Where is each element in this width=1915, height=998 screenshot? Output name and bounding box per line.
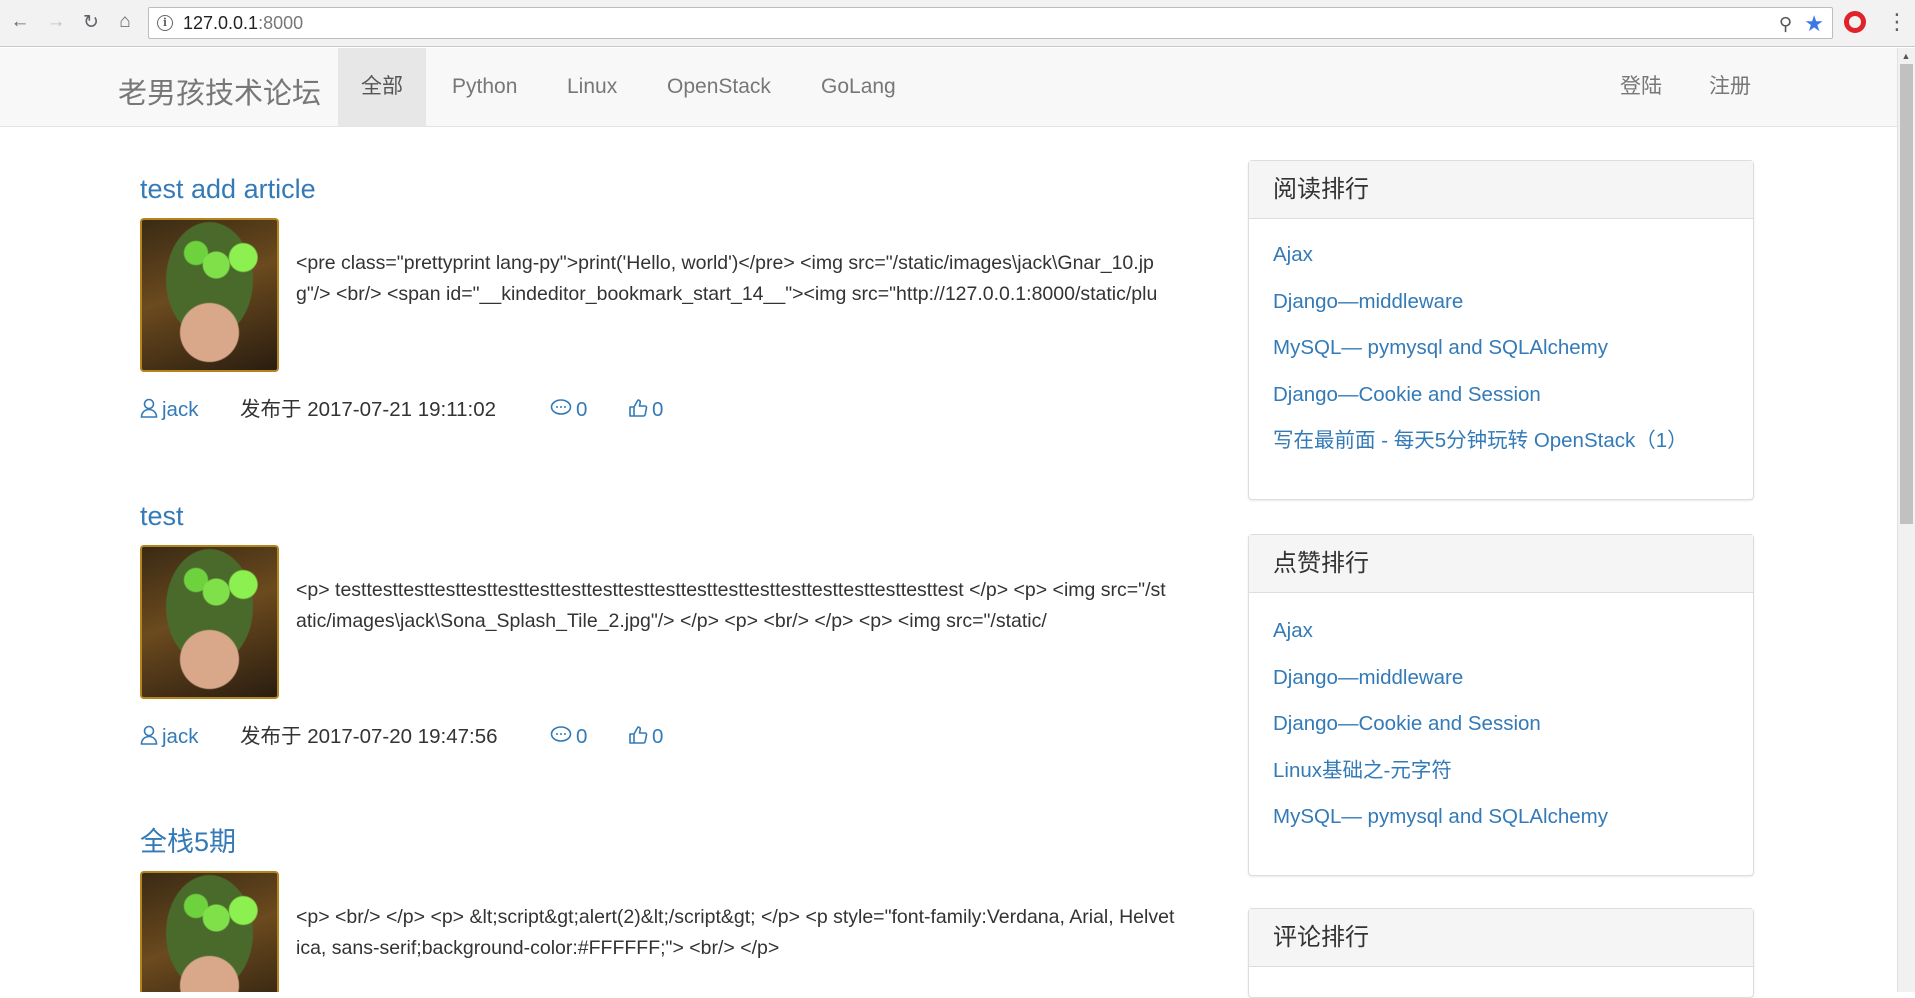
like-count[interactable]: 0 [628, 395, 663, 425]
read-rank-panel: 阅读排行 Ajax Django—middleware MySQL— pymys… [1248, 160, 1754, 500]
comment-count[interactable]: 0 [550, 395, 587, 425]
info-icon[interactable]: i [157, 15, 173, 31]
site-navbar: 老男孩技术论坛 全部 Python Linux OpenStack GoLang… [0, 48, 1897, 127]
read-rank-item[interactable]: Django—middleware [1273, 288, 1729, 335]
nav-item-golang[interactable]: GoLang [798, 48, 919, 126]
author-avatar[interactable] [140, 871, 279, 992]
opera-extension-icon[interactable] [1844, 11, 1866, 33]
read-rank-item[interactable]: Ajax [1273, 241, 1729, 288]
author-link[interactable]: jack [140, 395, 198, 425]
comment-icon [550, 399, 572, 415]
like-rank-item[interactable]: Django—Cookie and Session [1273, 710, 1729, 757]
zoom-icon[interactable]: ⚲ [1779, 14, 1792, 35]
user-icon [140, 725, 158, 745]
address-bar[interactable]: i 127.0.0.1:8000 ⚲ ★ [148, 7, 1833, 39]
article-title[interactable]: test [140, 497, 1180, 535]
read-rank-item[interactable]: Django—Cookie and Session [1273, 381, 1729, 428]
browser-menu-icon[interactable]: ⋮ [1886, 9, 1908, 35]
url-text[interactable]: 127.0.0.1:8000 [183, 13, 303, 34]
read-rank-item[interactable]: 写在最前面 - 每天5分钟玩转 OpenStack（1） [1273, 427, 1729, 474]
home-icon[interactable]: ⌂ [114, 11, 136, 33]
like-rank-item[interactable]: Ajax [1273, 617, 1729, 664]
forward-icon[interactable]: → [45, 11, 67, 33]
thumbs-up-icon [629, 399, 648, 417]
back-icon[interactable]: ← [9, 11, 31, 33]
nav-item-openstack[interactable]: OpenStack [644, 48, 794, 126]
reload-icon[interactable]: ↻ [80, 11, 102, 33]
comment-count[interactable]: 0 [550, 722, 587, 752]
article-item: 全栈5期 <p> <br/> </p> <p> &lt;script&gt;al… [140, 823, 1180, 992]
author-link[interactable]: jack [140, 722, 198, 752]
publish-date: 发布于 2017-07-20 19:47:56 [240, 725, 498, 748]
user-icon [140, 398, 158, 418]
author-avatar[interactable] [140, 545, 279, 699]
scrollbar-thumb[interactable] [1900, 64, 1913, 524]
comment-rank-panel: 评论排行 [1248, 908, 1754, 998]
like-count[interactable]: 0 [628, 722, 663, 752]
article-summary: <pre class="prettyprint lang-py">print('… [296, 252, 1158, 305]
article-summary: <p> <br/> </p> <p> &lt;script&gt;alert(2… [296, 906, 1175, 959]
article-title[interactable]: 全栈5期 [140, 823, 1180, 861]
author-avatar[interactable] [140, 218, 279, 372]
like-rank-item[interactable]: Django—middleware [1273, 664, 1729, 711]
like-rank-item[interactable]: MySQL— pymysql and SQLAlchemy [1273, 803, 1729, 850]
browser-toolbar: ← → ↻ ⌂ i 127.0.0.1:8000 ⚲ ★ ⋮ [0, 0, 1915, 47]
panel-title: 评论排行 [1249, 909, 1753, 967]
bookmark-star-icon[interactable]: ★ [1804, 11, 1824, 37]
thumbs-up-icon [629, 726, 648, 744]
article-item: test <p> testtesttesttesttesttesttesttes… [140, 497, 1180, 767]
article-item: test add article <pre class="prettyprint… [140, 170, 1180, 440]
like-rank-panel: 点赞排行 Ajax Django—middleware Django—Cooki… [1248, 534, 1754, 876]
comment-icon [550, 726, 572, 742]
site-brand[interactable]: 老男孩技术论坛 [118, 70, 321, 112]
like-rank-item[interactable]: Linux基础之-元字符 [1273, 757, 1729, 804]
nav-item-python[interactable]: Python [429, 48, 540, 126]
panel-title: 阅读排行 [1249, 161, 1753, 219]
scroll-up-arrow-icon[interactable]: ▲ [1900, 51, 1912, 61]
nav-item-all[interactable]: 全部 [338, 48, 426, 126]
login-link[interactable]: 登陆 [1597, 48, 1685, 126]
register-link[interactable]: 注册 [1686, 48, 1774, 126]
read-rank-item[interactable]: MySQL— pymysql and SQLAlchemy [1273, 334, 1729, 381]
panel-title: 点赞排行 [1249, 535, 1753, 593]
article-title[interactable]: test add article [140, 170, 1180, 208]
nav-item-linux[interactable]: Linux [544, 48, 640, 126]
publish-date: 发布于 2017-07-21 19:11:02 [240, 398, 497, 421]
article-summary: <p> testtesttesttesttesttesttesttesttest… [296, 579, 1166, 632]
